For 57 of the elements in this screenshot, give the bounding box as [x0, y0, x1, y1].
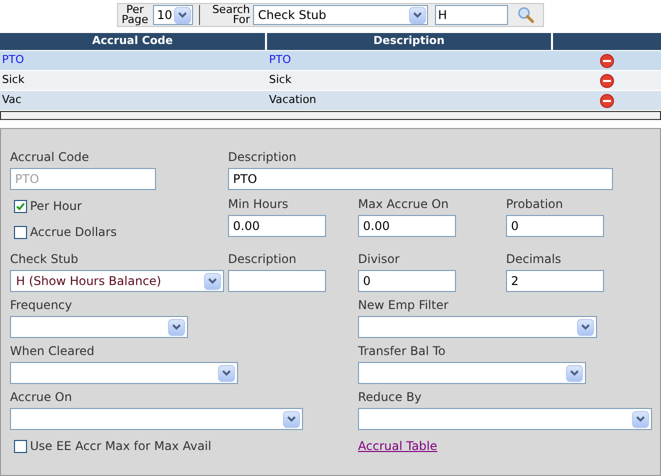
search-field-select[interactable]: Check Stub [253, 5, 428, 25]
remove-icon[interactable] [600, 94, 614, 108]
per-page-label: Per Page [120, 5, 150, 25]
table-row[interactable]: Sick Sick [0, 71, 661, 90]
field-label: Transfer Bal To [358, 343, 446, 359]
search-icon[interactable] [517, 6, 535, 24]
table-row[interactable]: Vac Vacation [0, 91, 661, 110]
table-row[interactable]: PTO PTO [0, 51, 661, 70]
dropdown[interactable] [358, 316, 597, 338]
dropdown[interactable] [358, 408, 652, 430]
search-input[interactable]: H [435, 5, 508, 25]
table-cell-text: PTO [1, 52, 26, 68]
field-label: Min Hours [228, 196, 290, 212]
checkbox[interactable] [14, 226, 27, 238]
input-field[interactable]: 0.00 [228, 215, 326, 237]
field-label: Accrual Code [10, 149, 90, 165]
dropdown[interactable] [10, 316, 188, 338]
input-field[interactable]: 2 [506, 270, 604, 292]
field-label: New Emp Filter [358, 297, 450, 313]
column-header: Accrual Code [0, 33, 265, 50]
input-field[interactable]: PTO [228, 168, 613, 190]
input-field[interactable] [228, 270, 326, 292]
input-field[interactable]: 0 [358, 270, 456, 292]
remove-icon[interactable] [600, 74, 614, 88]
checkbox[interactable] [14, 440, 27, 452]
field-label: Description [228, 251, 298, 267]
input-field[interactable]: 0.00 [358, 215, 456, 237]
field-label: Probation [506, 196, 564, 212]
field-label: When Cleared [10, 343, 96, 359]
table-cell-text: PTO [268, 52, 292, 68]
per-page-select[interactable]: 10 [153, 5, 193, 25]
table-cell-text: Sick [1, 72, 26, 88]
field-label: Max Accrue On [358, 196, 450, 212]
checkbox[interactable] [14, 200, 27, 212]
horizontal-scrollbar[interactable] [0, 111, 661, 120]
field-label: Decimals [506, 251, 562, 267]
field-label: Description [228, 149, 298, 165]
checkbox-label: Use EE Accr Max for Max Avail [30, 438, 212, 455]
table-cell-text: Sick [268, 72, 292, 88]
dropdown[interactable] [10, 408, 303, 430]
checkbox-label: Accrue Dollars [30, 224, 117, 241]
dropdown[interactable]: H (Show Hours Balance) [10, 270, 224, 292]
table-cell-text: Vacation [268, 92, 318, 108]
search-for-label: Search For [211, 5, 250, 25]
table-cell-text: Vac [1, 92, 22, 108]
input-field[interactable]: 0 [506, 215, 604, 237]
field-label: Divisor [358, 251, 401, 267]
remove-icon[interactable] [600, 54, 614, 68]
accrual-table-link[interactable]: Accrual Table [358, 436, 438, 456]
field-label: Accrue On [10, 389, 73, 405]
field-label: Reduce By [358, 389, 423, 405]
field-label: Check Stub [10, 251, 80, 267]
field-label: Frequency [10, 297, 73, 313]
dropdown[interactable] [10, 362, 238, 384]
checkbox-label: Per Hour [30, 198, 82, 215]
dropdown[interactable] [358, 362, 586, 384]
column-header: Description [267, 33, 551, 50]
